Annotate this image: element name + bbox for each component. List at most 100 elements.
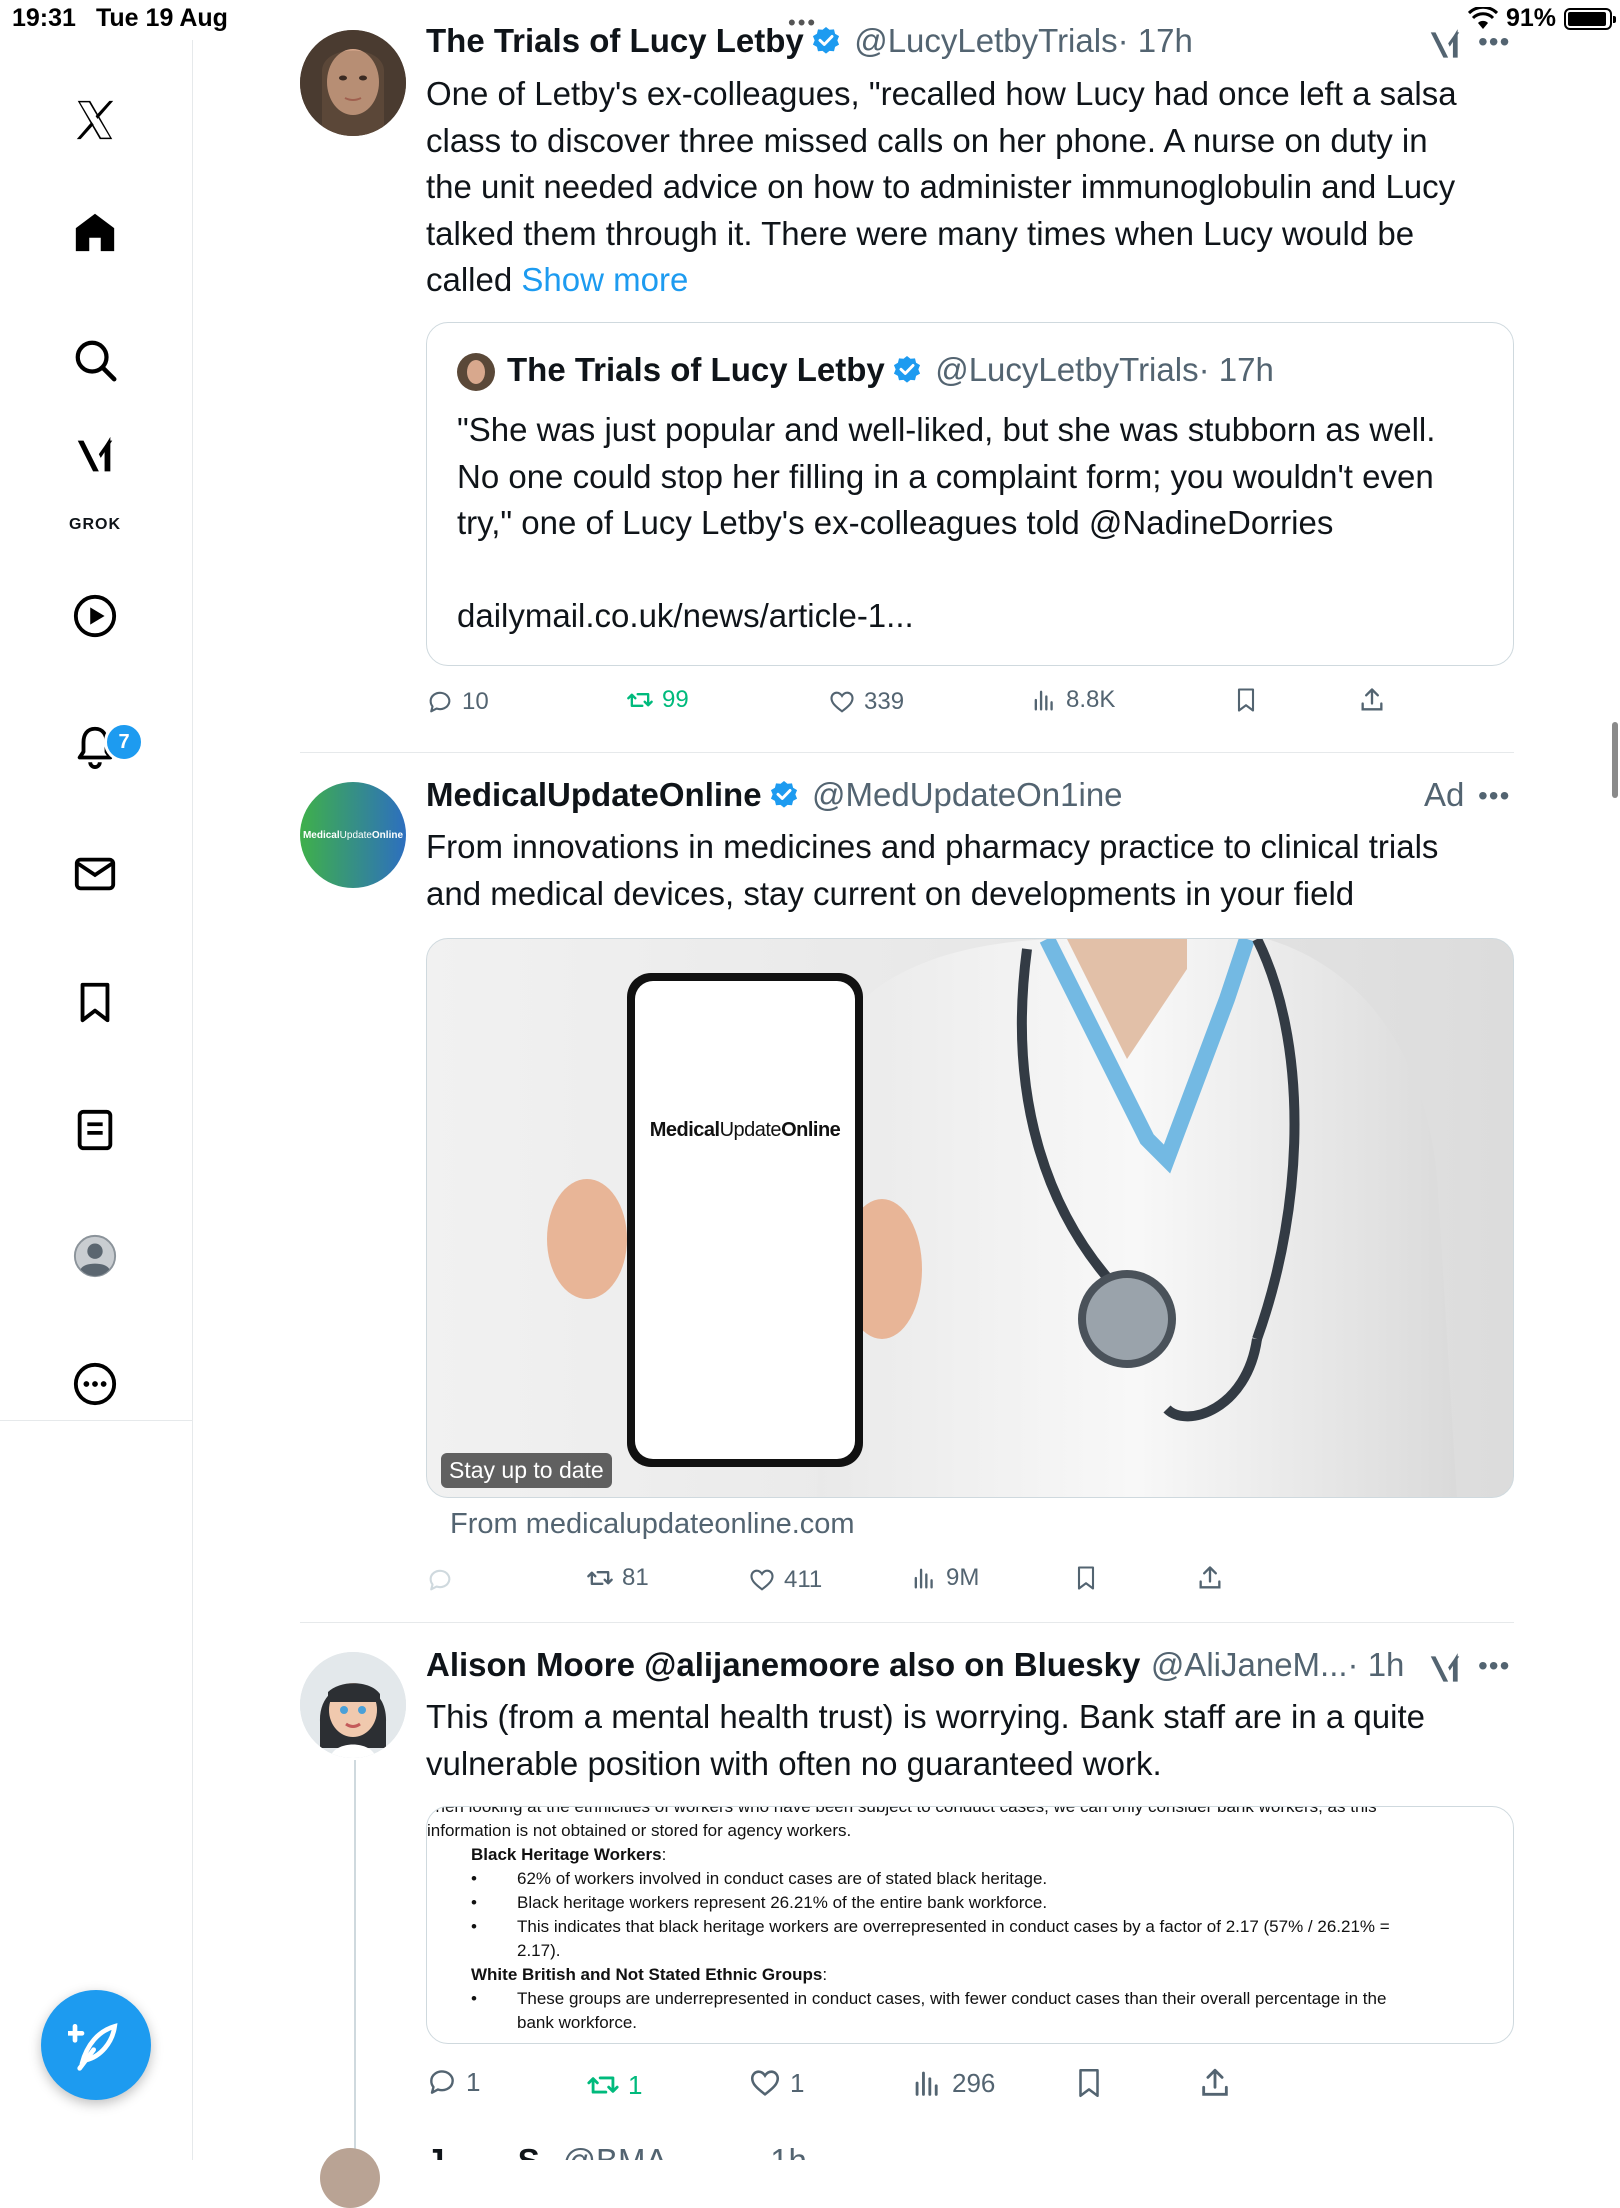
compose-post-button[interactable] xyxy=(41,1990,151,2100)
repost-button[interactable]: 1 xyxy=(586,2068,642,2102)
post-text-line: called xyxy=(426,261,513,298)
repost-count: 1 xyxy=(628,2069,643,2100)
post-divider xyxy=(300,1622,1514,1623)
reply-icon xyxy=(429,1569,451,1591)
thread-line xyxy=(354,1760,356,2160)
views-chart-icon xyxy=(914,1568,933,1589)
messages-envelope-icon[interactable] xyxy=(67,846,123,902)
reply-icon xyxy=(430,2070,454,2094)
avatar[interactable] xyxy=(300,1652,406,1758)
battery-icon xyxy=(1564,7,1616,30)
doc-bullet: This indicates that black heritage worke… xyxy=(427,1915,1513,1939)
document-screenshot-image[interactable]: vhen looking at the ethnicities of worke… xyxy=(426,1806,1514,2044)
view-count: 296 xyxy=(952,2067,996,2098)
post-text: This (from a mental health trust) is wor… xyxy=(426,1694,1526,1787)
verified-badge-icon xyxy=(812,27,839,54)
author-name[interactable]: Alison Moore @alijanemoore also on Blues… xyxy=(426,1646,1140,1683)
post-more-icon[interactable]: ••• xyxy=(1478,26,1510,58)
next-post-time[interactable]: · 1h xyxy=(750,2142,807,2160)
search-icon[interactable] xyxy=(67,332,123,388)
post-more-icon[interactable]: ••• xyxy=(1478,1650,1510,1682)
reply-count: 10 xyxy=(462,688,489,715)
share-button[interactable] xyxy=(1358,686,1386,714)
reply-button[interactable]: 10 xyxy=(426,688,489,716)
next-author-handle[interactable]: @BMA......... xyxy=(563,2142,751,2160)
post-time[interactable]: · 17h xyxy=(1118,22,1193,59)
profile-avatar-icon[interactable] xyxy=(67,1228,123,1284)
grok-label: GROK xyxy=(69,516,121,533)
views-button[interactable]: 296 xyxy=(910,2066,995,2100)
tweet-header: The Trials of Lucy Letby @LucyLetbyTrial… xyxy=(426,22,1426,60)
avatar[interactable]: MedicalUpdateOnline xyxy=(300,782,406,888)
bookmark-icon xyxy=(1079,2068,1099,2098)
like-heart-icon xyxy=(830,691,854,713)
reply-button[interactable] xyxy=(426,1566,454,1594)
quoted-avatar xyxy=(457,353,495,391)
bookmark-button[interactable] xyxy=(1232,686,1260,714)
repost-button[interactable]: 99 xyxy=(626,686,689,714)
grok-explain-icon[interactable] xyxy=(1426,1650,1464,1693)
video-icon[interactable] xyxy=(67,588,123,644)
like-count: 1 xyxy=(790,2067,805,2098)
avatar[interactable] xyxy=(320,2148,380,2208)
like-heart-icon xyxy=(750,2070,780,2096)
quoted-author-handle: @LucyLetbyTrials xyxy=(935,351,1199,388)
show-more-link[interactable]: Show more xyxy=(521,261,688,298)
quoted-text-line: "She was just popular and well-liked, bu… xyxy=(457,411,1436,448)
phone-screen-logo: MedicalUpdateOnline xyxy=(649,1119,841,1141)
tweet-header: Alison Moore @alijanemoore also on Blues… xyxy=(426,1646,1426,1684)
grok-icon[interactable] xyxy=(67,428,123,484)
ad-photo-illustration xyxy=(547,939,1457,1497)
doc-line: information is not obtained or stored fo… xyxy=(427,1821,852,1840)
more-options-icon[interactable] xyxy=(67,1356,123,1412)
reply-button[interactable]: 1 xyxy=(426,2066,480,2098)
quoted-text-line: try," one of Lucy Letby's ex-colleagues … xyxy=(457,504,1334,541)
doc-bullet: 62% of workers involved in conduct cases… xyxy=(427,1867,1513,1891)
share-upload-icon xyxy=(1202,2068,1228,2096)
next-post-header-clipped: J....... S.. @BMA.........· 1h xyxy=(426,2142,807,2160)
share-button[interactable] xyxy=(1198,2066,1232,2100)
ad-media-image[interactable]: MedicalUpdateOnline Stay up to date xyxy=(426,938,1514,1498)
like-count: 339 xyxy=(864,688,905,715)
notifications-count-badge: 7 xyxy=(104,722,144,762)
bookmark-icon xyxy=(1237,688,1255,712)
views-button[interactable]: 8.8K xyxy=(1030,686,1115,714)
author-handle[interactable]: @LucyLetbyTrials xyxy=(854,22,1117,59)
author-handle[interactable]: @AliJaneM... xyxy=(1151,1646,1348,1683)
repost-icon xyxy=(627,693,653,707)
like-button[interactable]: 339 xyxy=(828,688,904,716)
ad-source-link[interactable]: From medicalupdateonline.com xyxy=(450,1508,855,1541)
lists-icon[interactable] xyxy=(67,1102,123,1158)
quoted-header: The Trials of Lucy Letby @LucyLetbyTrial… xyxy=(507,351,1507,389)
post-more-icon[interactable]: ••• xyxy=(1478,780,1510,812)
verified-badge-icon xyxy=(893,356,920,383)
status-date: Tue 19 Aug xyxy=(96,4,228,32)
quoted-link[interactable]: dailymail.co.uk/news/article-1... xyxy=(457,593,1507,640)
scrollbar[interactable] xyxy=(1612,722,1618,798)
author-name[interactable]: MedicalUpdateOnline xyxy=(426,776,762,813)
doc-line: vhen looking at the ethnicities of worke… xyxy=(427,1806,1377,1816)
post-text: One of Letby's ex-colleagues, "recalled … xyxy=(426,71,1526,304)
grok-explain-icon[interactable] xyxy=(1426,26,1464,69)
views-button[interactable]: 9M xyxy=(910,1564,979,1592)
next-author-name[interactable]: J....... S.. xyxy=(426,2142,558,2160)
share-button[interactable] xyxy=(1196,1564,1224,1592)
quoted-author-name: The Trials of Lucy Letby xyxy=(507,351,885,388)
like-button[interactable]: 411 xyxy=(748,1566,822,1594)
quoted-post-card[interactable]: The Trials of Lucy Letby @LucyLetbyTrial… xyxy=(426,322,1514,666)
x-logo-icon[interactable] xyxy=(67,92,123,148)
bookmarks-icon[interactable] xyxy=(67,974,123,1030)
post-time[interactable]: · 1h xyxy=(1348,1646,1405,1683)
repost-button[interactable]: 81 xyxy=(586,1564,649,1592)
bookmark-button[interactable] xyxy=(1072,1564,1100,1592)
home-icon[interactable] xyxy=(67,204,123,260)
bookmark-button[interactable] xyxy=(1072,2066,1106,2100)
author-handle[interactable]: @MedUpdateOn1ine xyxy=(812,776,1123,813)
post-text-line: class to discover three missed calls on … xyxy=(426,121,1428,159)
like-button[interactable]: 1 xyxy=(748,2066,804,2100)
share-upload-icon xyxy=(1361,688,1383,711)
view-count: 8.8K xyxy=(1066,686,1116,713)
post-text-line: This (from a mental health trust) is wor… xyxy=(426,1698,1425,1735)
author-name[interactable]: The Trials of Lucy Letby xyxy=(426,22,804,59)
avatar[interactable] xyxy=(300,30,406,136)
